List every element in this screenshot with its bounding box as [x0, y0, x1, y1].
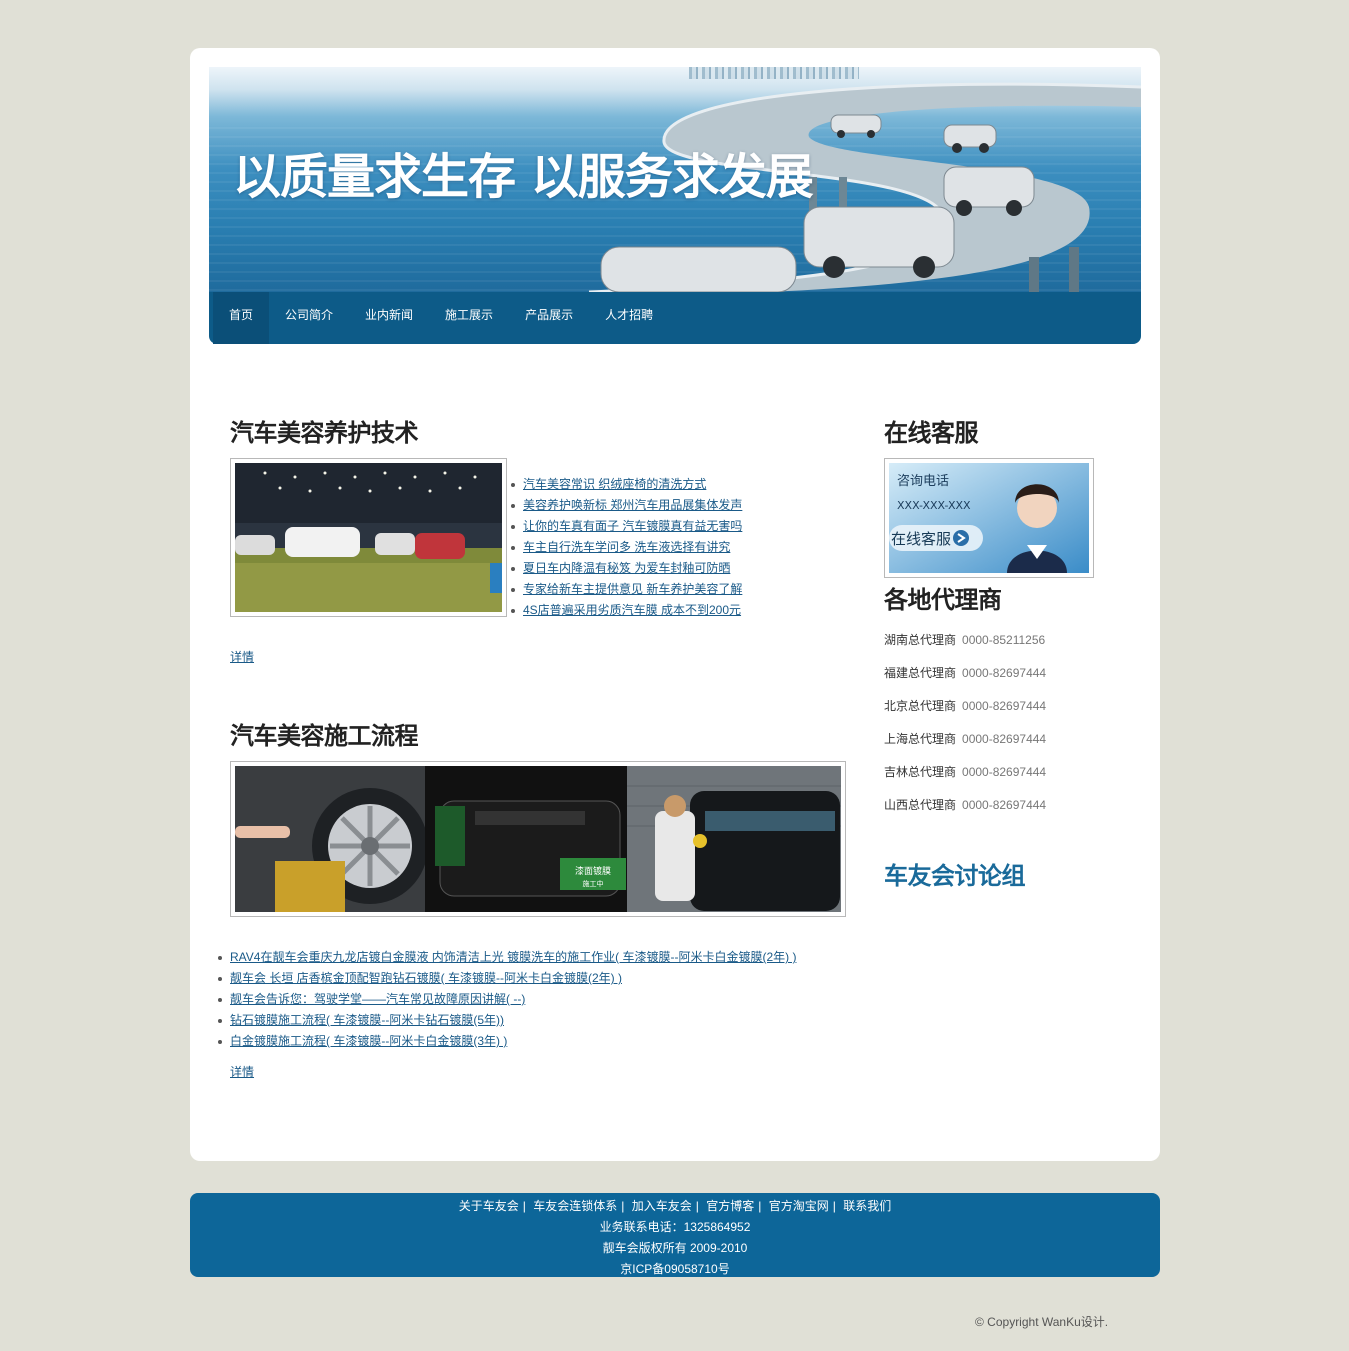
service-phone-number: XXX-XXX-XXX [897, 499, 971, 512]
list-item: 4S店普遍采用劣质汽车膜 成本不到200元 [511, 600, 742, 621]
footer-link-chain[interactable]: 车友会连锁体系 [533, 1199, 617, 1213]
page-container: 以质量求生存 以服务求发展 首页 公司简介 业内新闻 施工展示 产品展示 人才招… [190, 48, 1160, 1161]
car-wash-hall-photo [230, 458, 507, 617]
news-link[interactable]: 美容养护唤新标 郑州汽车用品展集体发声 [523, 498, 742, 512]
header-banner: 以质量求生存 以服务求发展 [209, 67, 1141, 292]
section1-detail-link[interactable]: 详情 [230, 648, 254, 665]
service-online-label: 在线客服 [891, 530, 951, 548]
footer-link-blog[interactable]: 官方博客 [706, 1199, 754, 1213]
list-item: 靓车会告诉您：驾驶学堂——汽车常见故障原因讲解( --) [218, 989, 796, 1010]
news-link[interactable]: 让你的车真有面子 汽车镀膜真有益无害吗 [523, 519, 742, 533]
nav-item-products[interactable]: 产品展示 [509, 292, 589, 344]
agent-row: 福建总代理商 0000-82697444 [884, 666, 1047, 680]
main-nav: 首页 公司简介 业内新闻 施工展示 产品展示 人才招聘 [209, 292, 1141, 344]
footer-links: 关于车友会 | 车友会连锁体系 | 加入车友会 | 官方博客 | 官方淘宝网 | 联系我们 [458, 1199, 892, 1213]
banner-slogan: 以质量求生存 以服务求发展 [233, 149, 814, 205]
news-link[interactable]: 专家给新车主提供意见 新车养护美容了解 [523, 582, 742, 596]
agent-row: 北京总代理商 0000-82697444 [884, 699, 1047, 713]
agent-row: 山西总代理商 0000-82697444 [884, 798, 1047, 812]
list-item: RAV4在靓车会重庆九龙店镀白金膜液 内饰清洁上光 镀膜洗车的施工作业( 车漆镀… [218, 947, 796, 968]
footer-link-taobao[interactable]: 官方淘宝网 [769, 1199, 829, 1213]
footer-link-contact[interactable]: 联系我们 [843, 1199, 891, 1213]
footer-link-join[interactable]: 加入车友会 [632, 1199, 692, 1213]
agent-row: 吉林总代理商 0000-82697444 [884, 765, 1047, 779]
list-item: 夏日车内降温有秘笈 为爱车封釉可防晒 [511, 558, 742, 579]
news-link[interactable]: 靓车会告诉您：驾驶学堂——汽车常见故障原因讲解( --) [230, 992, 525, 1006]
nav-item-home[interactable]: 首页 [213, 292, 270, 344]
list-item: 让你的车真有面子 汽车镀膜真有益无害吗 [511, 516, 742, 537]
section-title-process: 汽车美容施工流程 [230, 722, 419, 750]
list-item: 白金镀膜施工流程( 车漆镀膜--阿米卡白金镀膜(3年) ) [218, 1031, 796, 1052]
badge-text: 漆面镀膜 [575, 865, 611, 877]
online-service-banner[interactable]: 咨询电话 XXX-XXX-XXX 在线客服 [884, 458, 1094, 578]
list-item: 专家给新车主提供意见 新车养护美容了解 [511, 579, 742, 600]
copyright-text: © Copyright WanKu设计. [975, 1315, 1109, 1329]
agent-row: 湖南总代理商 0000-85211256 [884, 633, 1046, 647]
agents-title: 各地代理商 [884, 586, 1002, 614]
news-link[interactable]: 汽车美容常识 织绒座椅的清洗方式 [523, 477, 706, 491]
list-item: 靓车会 长垣 店香槟金顶配智跑钻石镀膜( 车漆镀膜--阿米卡白金镀膜(2年) ) [218, 968, 796, 989]
footer-icp: 京ICP备09058710号 [620, 1262, 730, 1276]
footer: 关于车友会 | 车友会连锁体系 | 加入车友会 | 官方博客 | 官方淘宝网 | 联系我们… [190, 1193, 1160, 1277]
section2-detail-link[interactable]: 详情 [230, 1063, 254, 1080]
news-link[interactable]: 靓车会 长垣 店香槟金顶配智跑钻石镀膜( 车漆镀膜--阿米卡白金镀膜(2年) ) [230, 971, 622, 985]
news-link[interactable]: 白金镀膜施工流程( 车漆镀膜--阿米卡白金镀膜(3年) ) [230, 1034, 507, 1048]
footer-link-about[interactable]: 关于车友会 [459, 1199, 519, 1213]
construction-process-photo: 漆面镀膜 施工中 [230, 761, 846, 917]
news-link[interactable]: 夏日车内降温有秘笈 为爱车封釉可防晒 [523, 561, 730, 575]
nav-item-construction[interactable]: 施工展示 [429, 292, 509, 344]
agent-row: 上海总代理商 0000-82697444 [884, 732, 1047, 746]
list-item: 美容养护唤新标 郑州汽车用品展集体发声 [511, 495, 742, 516]
list-item: 汽车美容常识 织绒座椅的清洗方式 [511, 474, 742, 495]
news-link[interactable]: 4S店普遍采用劣质汽车膜 成本不到200元 [523, 603, 741, 617]
list-item: 钻石镀膜施工流程( 车漆镀膜--阿米卡钻石镀膜(5年)) [218, 1010, 796, 1031]
forum-title[interactable]: 车友会讨论组 [884, 856, 1026, 891]
process-news-list: RAV4在靓车会重庆九龙店镀白金膜液 内饰清洁上光 镀膜洗车的施工作业( 车漆镀… [218, 947, 796, 1052]
news-link[interactable]: 钻石镀膜施工流程( 车漆镀膜--阿米卡钻石镀膜(5年)) [230, 1013, 504, 1027]
service-phone-label: 咨询电话 [897, 474, 949, 489]
nav-item-news[interactable]: 业内新闻 [349, 292, 429, 344]
news-link[interactable]: 车主自行洗车学问多 洗车液选择有讲究 [523, 540, 730, 554]
section-title-care-tech: 汽车美容养护技术 [230, 419, 419, 447]
list-item: 车主自行洗车学问多 洗车液选择有讲究 [511, 537, 742, 558]
nav-item-about[interactable]: 公司简介 [269, 292, 349, 344]
footer-rights: 靓车会版权所有 2009-2010 [602, 1241, 748, 1255]
badge-sub-text: 施工中 [583, 879, 604, 888]
news-link[interactable]: RAV4在靓车会重庆九龙店镀白金膜液 内饰清洁上光 镀膜洗车的施工作业( 车漆镀… [230, 950, 796, 964]
nav-item-jobs[interactable]: 人才招聘 [589, 292, 669, 344]
footer-contact: 业务联系电话：1325864952 [599, 1220, 751, 1234]
care-tech-news-list: 汽车美容常识 织绒座椅的清洗方式 美容养护唤新标 郑州汽车用品展集体发声 让你的… [511, 474, 742, 621]
online-service-title: 在线客服 [884, 419, 979, 447]
